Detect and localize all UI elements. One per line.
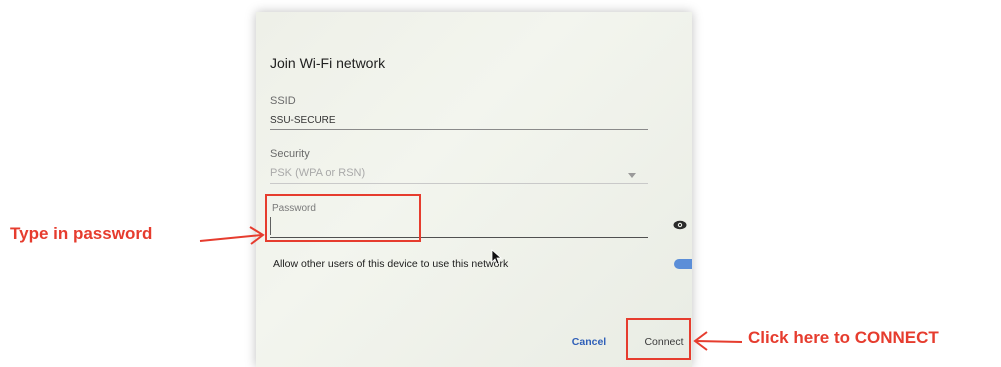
connect-highlight-box xyxy=(626,318,691,360)
arrow-left-icon xyxy=(693,331,743,351)
arrow-right-icon xyxy=(199,226,265,245)
share-network-toggle[interactable] xyxy=(674,259,692,269)
password-callout: Type in password xyxy=(10,224,153,243)
eye-icon[interactable] xyxy=(673,220,687,230)
ssid-label: SSID xyxy=(270,95,296,107)
dialog-title: Join Wi-Fi network xyxy=(270,55,386,71)
ssid-underline xyxy=(270,129,648,130)
mouse-cursor-icon xyxy=(491,249,503,265)
share-network-label: Allow other users of this device to use … xyxy=(273,258,509,270)
join-wifi-dialog: Join Wi-Fi network SSID SSU-SECURE Secur… xyxy=(256,12,692,367)
password-highlight-box xyxy=(265,194,421,242)
security-label: Security xyxy=(270,148,310,160)
security-select[interactable]: PSK (WPA or RSN) xyxy=(270,167,365,179)
connect-callout: Click here to CONNECT xyxy=(748,328,939,347)
ssid-field[interactable]: SSU-SECURE xyxy=(270,115,336,126)
security-underline xyxy=(270,183,648,184)
cancel-button[interactable]: Cancel xyxy=(559,330,619,354)
screenshot-stage: Join Wi-Fi network SSID SSU-SECURE Secur… xyxy=(0,0,1001,367)
dropdown-arrow-icon[interactable] xyxy=(628,173,636,178)
